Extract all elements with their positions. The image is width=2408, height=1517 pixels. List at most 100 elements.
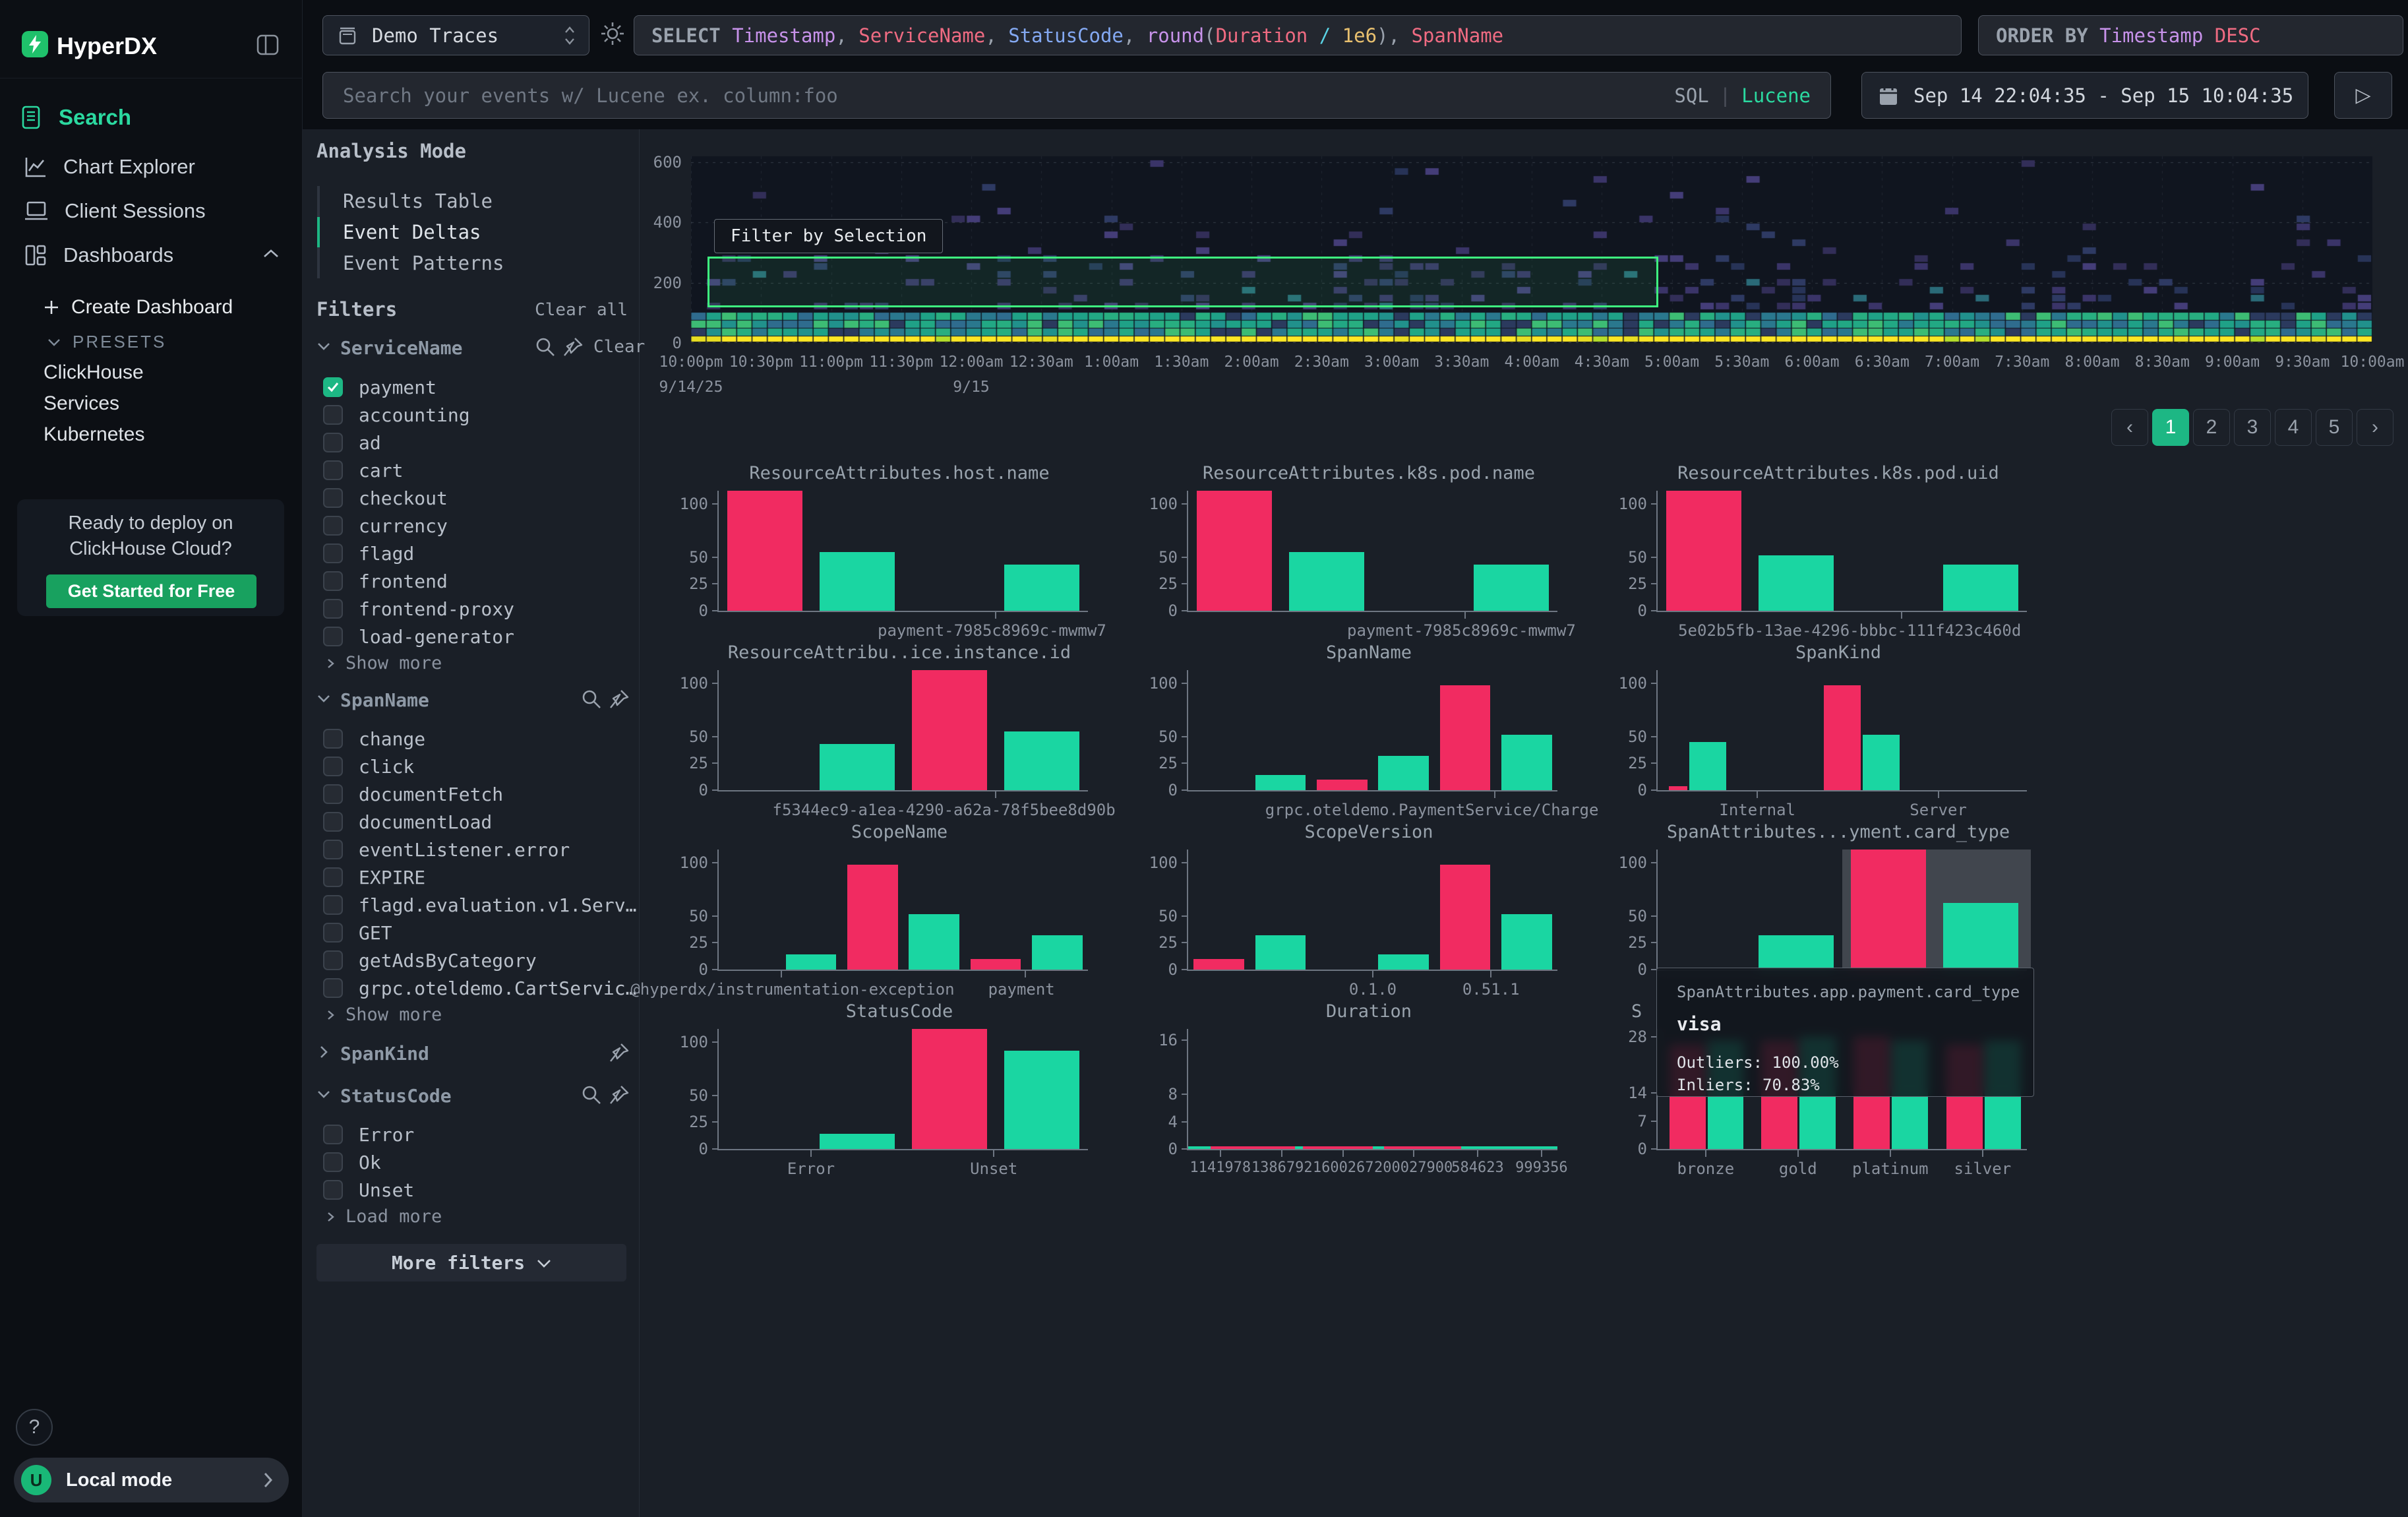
get-started-button[interactable]: Get Started for Free: [46, 574, 256, 608]
pagination-page-3[interactable]: 3: [2234, 409, 2271, 446]
filter-section-statuscode[interactable]: StatusCode: [340, 1085, 452, 1107]
checkbox[interactable]: [323, 433, 343, 452]
chart-plot[interactable]: 10050250f5344ec9-a1ea-4290-a62a-78f5bee8…: [717, 670, 1088, 791]
gear-icon[interactable]: [599, 20, 626, 47]
checkbox[interactable]: [323, 757, 343, 776]
checkbox[interactable]: [323, 405, 343, 425]
more-filters-button[interactable]: More filters: [316, 1244, 626, 1282]
checkbox[interactable]: [323, 895, 343, 915]
chart-plot[interactable]: 10050250ErrorUnset: [717, 1029, 1088, 1150]
checkbox[interactable]: [323, 571, 343, 591]
filter-show-more[interactable]: Show more: [324, 653, 442, 673]
search-icon[interactable]: [580, 688, 603, 710]
filter-option-grpc-oteldemo-cartservic-[interactable]: grpc.oteldemo.CartServic…: [323, 975, 628, 1001]
filter-section-spankind[interactable]: SpanKind: [340, 1043, 429, 1065]
chart-plot[interactable]: 10050250@hyperdx/instrumentation-excepti…: [717, 850, 1088, 971]
clear-all-button[interactable]: Clear all: [527, 300, 628, 320]
chart-plot[interactable]: 100502505e02b5fb-13ae-4296-bbbc-111f423c…: [1656, 491, 2027, 612]
filter-option-ad[interactable]: ad: [323, 430, 628, 455]
filter-option-frontend-proxy[interactable]: frontend-proxy: [323, 596, 628, 621]
checkbox[interactable]: [323, 812, 343, 832]
filter-option-expire[interactable]: EXPIRE: [323, 865, 628, 890]
filter-section-servicename[interactable]: ServiceName: [340, 337, 462, 359]
chevron-right-icon[interactable]: [316, 1045, 331, 1059]
sidebar-item-services[interactable]: Services: [44, 392, 119, 415]
sidebar-item-client-sessions[interactable]: Client Sessions: [24, 197, 206, 225]
pin-icon[interactable]: [608, 1041, 630, 1064]
checkbox[interactable]: [323, 627, 343, 646]
analysis-mode-event-deltas[interactable]: Event Deltas: [343, 221, 481, 243]
filter-option-eventlistener-error[interactable]: eventListener.error: [323, 837, 628, 862]
analysis-mode-event-patterns[interactable]: Event Patterns: [343, 252, 504, 274]
pin-icon[interactable]: [608, 688, 630, 710]
sidebar-item-clickhouse[interactable]: ClickHouse: [44, 361, 144, 384]
chart-plot[interactable]: 10050250payment-7985c8969c-mwmw7: [1187, 491, 1557, 612]
filter-option-change[interactable]: change: [323, 726, 628, 751]
checkbox[interactable]: [323, 923, 343, 943]
pagination-next[interactable]: ›: [2357, 409, 2393, 446]
chart-plot[interactable]: 10050250InternalServer: [1656, 670, 2027, 791]
filter-option-flagd-evaluation-v1-serv-[interactable]: flagd.evaluation.v1.Serv…: [323, 892, 628, 917]
lang-toggle-lucene[interactable]: Lucene: [1741, 84, 1811, 107]
checkbox[interactable]: [323, 950, 343, 970]
sidebar-item-dashboards[interactable]: Dashboards: [24, 241, 173, 269]
checkbox-checked[interactable]: [323, 377, 343, 397]
chart-plot[interactable]: 10050250: [1656, 850, 2027, 971]
filter-option-flagd[interactable]: flagd: [323, 541, 628, 566]
checkbox[interactable]: [323, 978, 343, 998]
filter-option-load-generator[interactable]: load-generator: [323, 624, 628, 649]
order-by-input[interactable]: ORDER BY Timestamp DESC: [1978, 15, 2403, 55]
chevron-down-icon[interactable]: [316, 339, 331, 354]
chevron-up-icon[interactable]: [262, 248, 280, 259]
filter-option-checkout[interactable]: checkout: [323, 485, 628, 511]
checkbox[interactable]: [323, 867, 343, 887]
checkbox[interactable]: [323, 840, 343, 859]
chevron-down-icon[interactable]: [316, 1087, 331, 1101]
checkbox[interactable]: [323, 784, 343, 804]
checkbox[interactable]: [323, 1152, 343, 1172]
filter-option-frontend[interactable]: frontend: [323, 569, 628, 594]
create-dashboard-button[interactable]: Create Dashboard: [44, 294, 233, 321]
filter-section-spanname[interactable]: SpanName: [340, 689, 429, 711]
presets-toggle[interactable]: PRESETS: [47, 330, 166, 354]
filter-option-ok[interactable]: Ok: [323, 1150, 628, 1175]
heatmap-canvas[interactable]: [691, 156, 2372, 343]
chart-plot[interactable]: 100502500.1.00.51.1: [1187, 850, 1557, 971]
checkbox[interactable]: [323, 1180, 343, 1200]
pagination-page-1[interactable]: 1: [2152, 409, 2189, 446]
pagination-prev[interactable]: ‹: [2111, 409, 2148, 446]
filter-option-documentload[interactable]: documentLoad: [323, 809, 628, 834]
pin-icon[interactable]: [562, 336, 584, 358]
pin-icon[interactable]: [608, 1084, 630, 1106]
source-select[interactable]: Demo Traces: [322, 15, 589, 55]
checkbox[interactable]: [323, 729, 343, 749]
run-query-button[interactable]: ▷: [2334, 72, 2392, 119]
search-icon[interactable]: [534, 336, 557, 358]
chart-plot[interactable]: 10050250grpc.oteldemo.PaymentService/Cha…: [1187, 670, 1557, 791]
date-range-picker[interactable]: Sep 14 22:04:35 - Sep 15 10:04:35: [1861, 72, 2308, 119]
help-button[interactable]: ?: [16, 1409, 53, 1446]
filter-option-unset[interactable]: Unset: [323, 1177, 628, 1202]
filter-option-error[interactable]: Error: [323, 1122, 628, 1147]
chart-plot[interactable]: 1684011419781386792160026720002790058462…: [1187, 1029, 1557, 1150]
filter-option-payment[interactable]: payment: [323, 375, 628, 400]
filter-show-more[interactable]: Show more: [324, 1005, 442, 1025]
sidebar-collapse-icon[interactable]: [256, 33, 280, 57]
heatmap-selection[interactable]: [707, 257, 1658, 307]
filter-option-accounting[interactable]: accounting: [323, 402, 628, 427]
pagination-page-5[interactable]: 5: [2316, 409, 2353, 446]
checkbox[interactable]: [323, 460, 343, 480]
filter-option-click[interactable]: click: [323, 754, 628, 779]
filter-option-documentfetch[interactable]: documentFetch: [323, 782, 628, 807]
checkbox[interactable]: [323, 516, 343, 536]
sidebar-item-chart-explorer[interactable]: Chart Explorer: [24, 153, 195, 181]
filter-option-getadsbycategory[interactable]: getAdsByCategory: [323, 948, 628, 973]
filter-load-more[interactable]: Load more: [324, 1206, 442, 1227]
lang-toggle-sql[interactable]: SQL: [1674, 84, 1708, 107]
sql-select-input[interactable]: SELECT Timestamp, ServiceName, StatusCod…: [634, 15, 1962, 55]
checkbox[interactable]: [323, 488, 343, 508]
analysis-mode-results-table[interactable]: Results Table: [343, 190, 493, 212]
chevron-down-icon[interactable]: [316, 691, 331, 706]
checkbox[interactable]: [323, 1125, 343, 1144]
filter-option-cart[interactable]: cart: [323, 458, 628, 483]
